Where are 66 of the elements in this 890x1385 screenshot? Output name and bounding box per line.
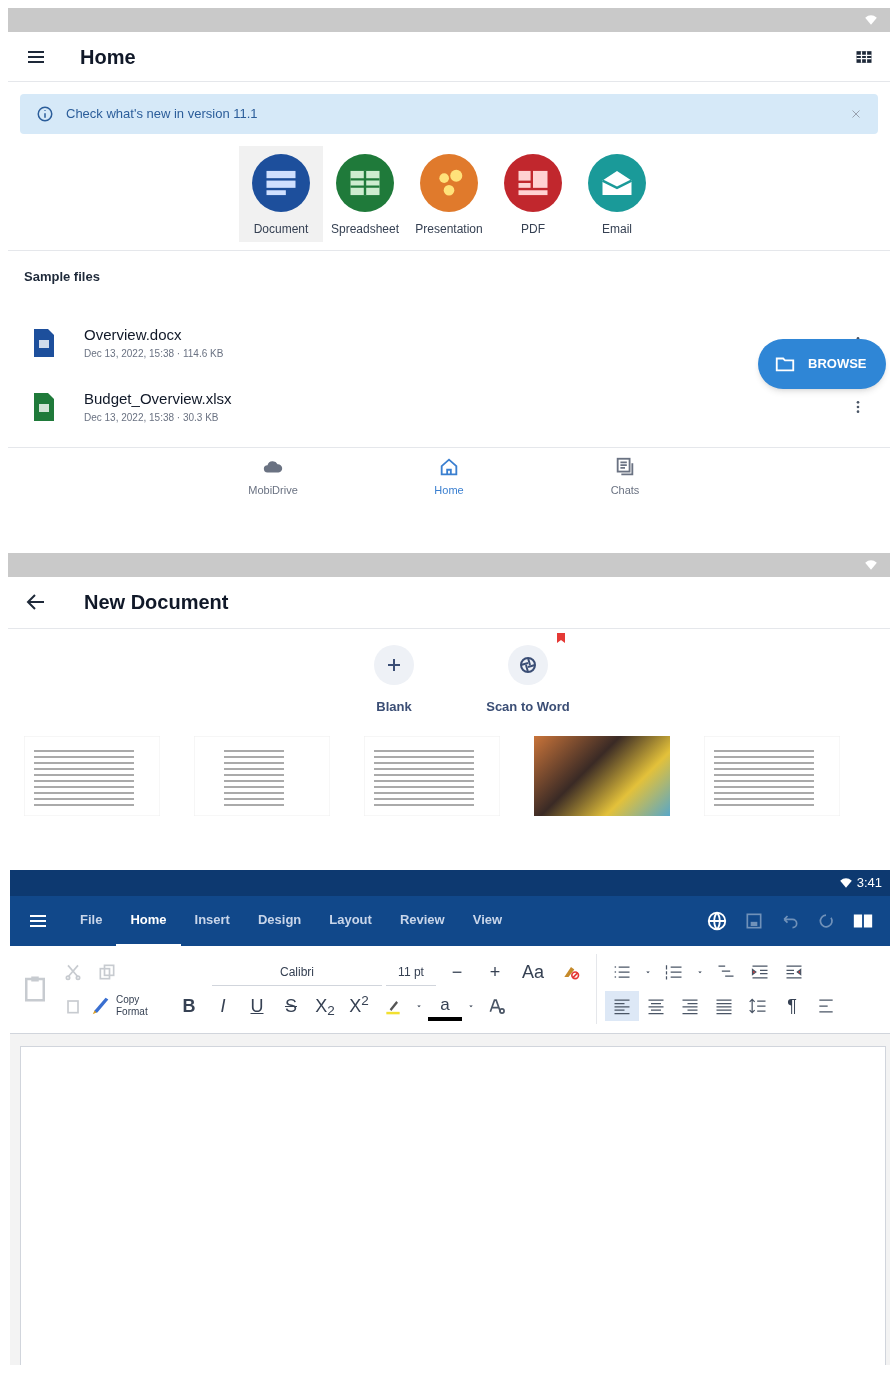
copy-format-button[interactable]: Copy Format bbox=[90, 991, 156, 1021]
close-icon[interactable] bbox=[850, 108, 862, 120]
browse-button[interactable]: BROWSE bbox=[758, 338, 886, 389]
screen-title: Home bbox=[80, 44, 136, 70]
update-banner[interactable]: Check what's new in version 11.1 bbox=[20, 94, 878, 134]
banner-text: Check what's new in version 11.1 bbox=[66, 105, 258, 124]
presentation-app-icon bbox=[420, 154, 478, 212]
screen-title: New Document bbox=[84, 590, 229, 615]
underline-button[interactable]: U bbox=[240, 991, 274, 1021]
format-button[interactable]: + bbox=[478, 957, 512, 987]
spreadsheet-app-icon bbox=[336, 154, 394, 212]
ribbon-tab[interactable]: Design bbox=[243, 895, 316, 946]
wifi-icon bbox=[864, 13, 878, 27]
info-icon bbox=[36, 105, 54, 123]
bold-button[interactable]: B bbox=[172, 991, 206, 1021]
ribbon-tab[interactable]: Layout bbox=[315, 895, 386, 946]
app-label: Document bbox=[253, 221, 309, 238]
document-app-icon bbox=[252, 154, 310, 212]
strikethrough-button[interactable]: S bbox=[274, 991, 308, 1021]
file-details: Dec 13, 2022, 15:38 · 30.3 KB bbox=[84, 411, 220, 426]
wifi-icon bbox=[838, 875, 853, 890]
new-document-option[interactable]: Blank bbox=[339, 644, 449, 716]
ribbon-tab[interactable]: View bbox=[458, 895, 517, 946]
format-button[interactable]: ¶ bbox=[775, 991, 809, 1021]
app-label: Presentation bbox=[415, 221, 483, 238]
app-label: PDF bbox=[521, 221, 545, 238]
app-tile[interactable]: Document bbox=[239, 146, 323, 242]
email-app-icon bbox=[588, 154, 646, 212]
format-button[interactable]: Aa bbox=[516, 957, 550, 987]
file-icon bbox=[32, 392, 56, 421]
section-heading: Sample files bbox=[24, 268, 101, 286]
app-tile[interactable]: PDF bbox=[491, 146, 575, 242]
pdf-app-icon bbox=[504, 154, 562, 212]
nav-tab[interactable]: MobiDrive bbox=[235, 455, 311, 507]
font-color-button[interactable]: a bbox=[428, 991, 462, 1021]
file-name: Overview.docx bbox=[84, 324, 183, 345]
font-size-dropdown[interactable]: 11 pt bbox=[386, 958, 436, 986]
new-document-option[interactable]: Scan to Word bbox=[473, 644, 583, 716]
template-thumbnail[interactable] bbox=[704, 736, 840, 816]
clock: 3:41 bbox=[856, 873, 882, 892]
app-tile[interactable]: Email bbox=[575, 146, 659, 242]
align-left-icon[interactable] bbox=[605, 991, 639, 1021]
chat-icon bbox=[614, 455, 636, 478]
wifi-icon bbox=[864, 557, 878, 572]
template-thumbnail[interactable] bbox=[364, 736, 500, 816]
format-button[interactable]: − bbox=[440, 957, 474, 987]
italic-button[interactable]: I bbox=[206, 991, 240, 1021]
file-icon bbox=[32, 328, 56, 357]
file-name: Budget_Overview.xlsx bbox=[84, 388, 232, 409]
ribbon-tab[interactable]: File bbox=[66, 895, 117, 946]
nav-tab[interactable]: Home bbox=[411, 455, 487, 507]
font-name-dropdown[interactable]: Calibri bbox=[212, 958, 382, 986]
template-thumbnail[interactable] bbox=[194, 736, 330, 816]
nav-tab[interactable]: Chats bbox=[587, 455, 663, 507]
format-button[interactable]: X$_{2}$ bbox=[308, 991, 342, 1021]
template-thumbnail[interactable] bbox=[24, 736, 160, 816]
format-button[interactable]: X$^{2}$ bbox=[342, 991, 376, 1021]
ribbon-tab[interactable]: Review bbox=[385, 895, 459, 946]
photo-placeholder[interactable] bbox=[534, 736, 670, 816]
app-tile[interactable]: Presentation bbox=[407, 146, 491, 242]
app-tile[interactable]: Spreadsheet bbox=[323, 146, 407, 242]
ribbon-tab[interactable]: Insert bbox=[180, 895, 244, 946]
globe-icon[interactable] bbox=[706, 909, 728, 932]
file-details: Dec 13, 2022, 15:38 · 114.6 KB bbox=[84, 347, 224, 362]
app-label: Email bbox=[602, 221, 632, 238]
app-label: Spreadsheet bbox=[330, 221, 400, 238]
